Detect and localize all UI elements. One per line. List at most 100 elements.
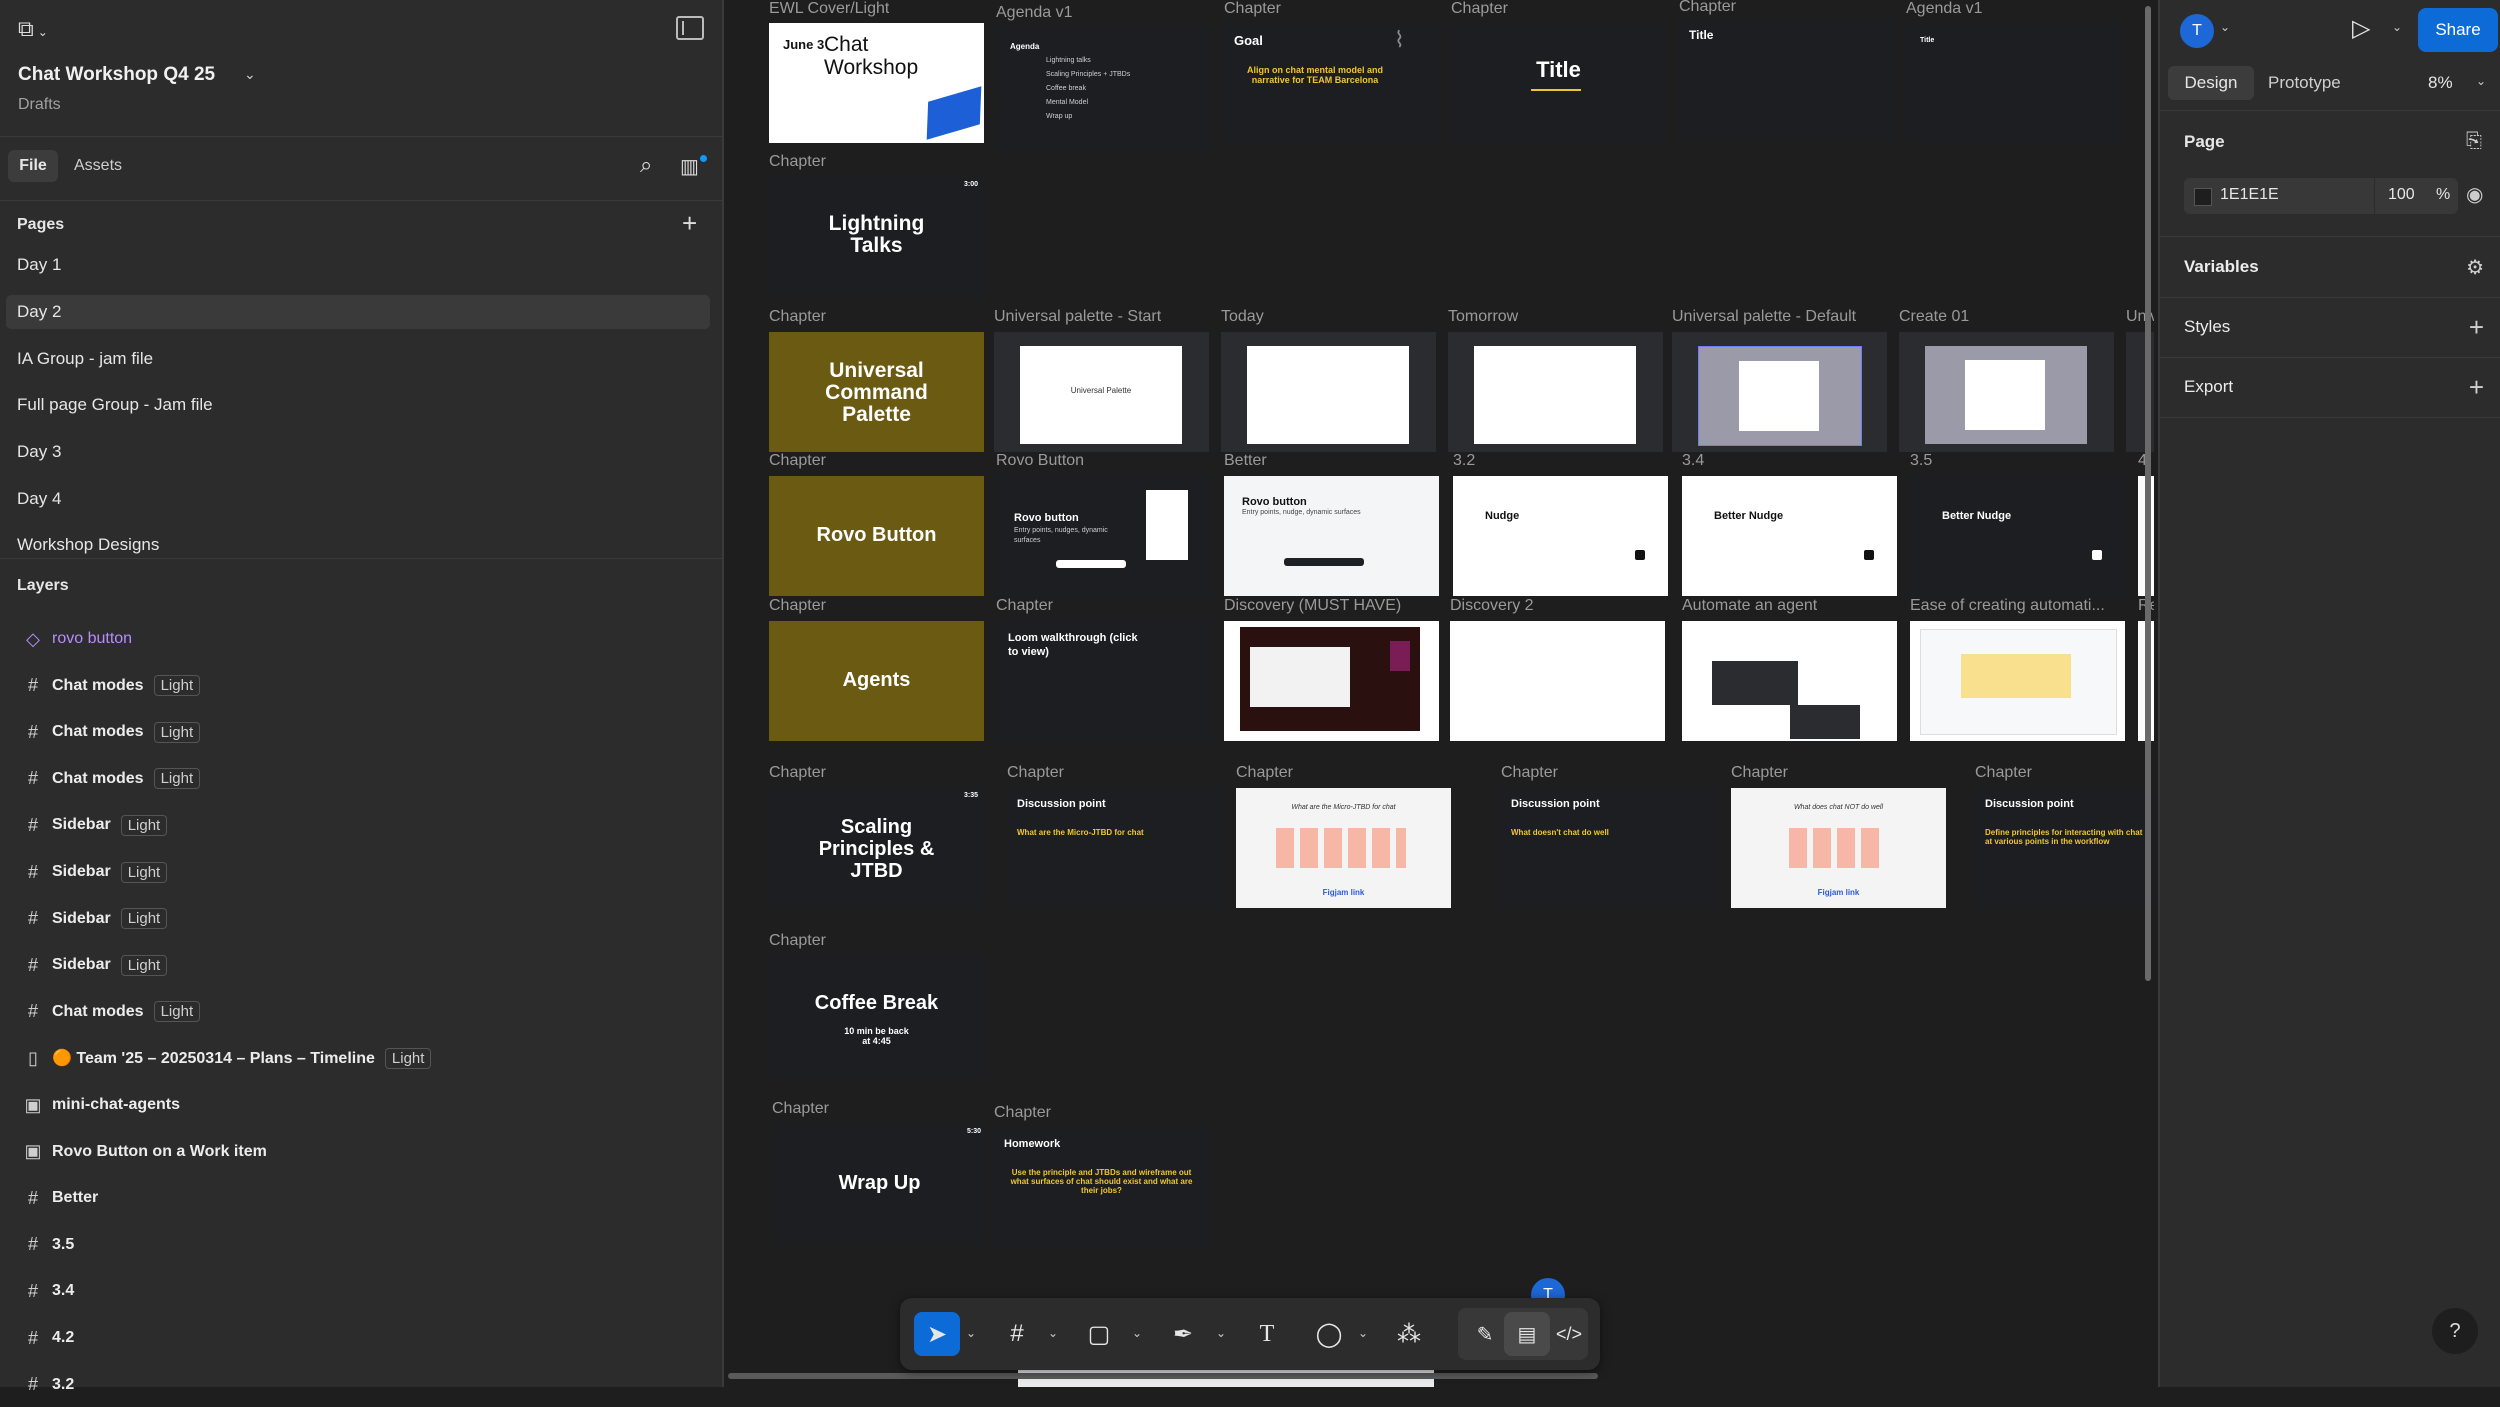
frame-tomorrow[interactable] [1448,332,1663,452]
layer-row[interactable]: # Chat modes Light [0,710,720,754]
frame-label[interactable]: Chapter [1007,764,1064,782]
frame-3-2[interactable]: Nudge [1453,476,1668,596]
page-item[interactable]: Full page Group - Jam file [6,388,710,422]
frame-agenda[interactable]: Agenda Lightning talks Scaling Principle… [996,28,1211,150]
add-export-icon[interactable]: + [2469,372,2484,403]
layer-row[interactable]: # Sidebar Light [0,897,720,941]
chevron-down-icon[interactable]: ⌄ [1216,1326,1226,1340]
color-swatch[interactable] [2194,188,2212,206]
page-item[interactable]: Workshop Designs [6,528,710,562]
frame-label[interactable]: Agenda v1 [996,4,1073,22]
frame-goal[interactable]: Goal Align on chat mental model and narr… [1224,23,1439,143]
frame-label[interactable]: Chapter [1975,764,2032,782]
frame-label[interactable]: Tomorrow [1448,308,1518,326]
chevron-down-icon[interactable]: ⌄ [2220,20,2230,34]
frame-ease-creating[interactable] [1910,621,2125,741]
figjam-link[interactable]: Figjam link [1236,888,1451,897]
page-styles-icon[interactable]: ⎘ [2466,130,2482,153]
search-icon[interactable]: ⌕ [640,152,652,178]
frame-label[interactable]: Agenda v1 [1906,0,1983,18]
move-tool-icon[interactable]: ➤ [914,1312,960,1356]
frame-label[interactable]: 3.4 [1682,452,1704,470]
chevron-down-icon[interactable]: ⌄ [1048,1326,1058,1340]
frame-lightning[interactable]: Lightning Talks 3:00 [769,177,984,297]
frame-wrap-up[interactable]: Wrap Up 5:30 [772,1124,987,1244]
variables-settings-icon[interactable]: ⚙ [2466,255,2484,280]
tab-assets[interactable]: Assets [74,157,122,175]
frame-label[interactable]: 3.5 [1910,452,1932,470]
layer-row[interactable]: #3.5 [0,1223,720,1267]
frame-ewl-cover[interactable]: June 3 Chat Workshop [769,23,984,143]
add-style-icon[interactable]: + [2469,312,2484,343]
frame-label[interactable]: Chapter [769,153,826,171]
pen-tool-icon[interactable]: ✒ [1160,1312,1206,1356]
frame-label[interactable]: Chapter [1236,764,1293,782]
text-tool-icon[interactable]: T [1244,1312,1290,1356]
frame-label[interactable]: EWL Cover/Light [769,0,889,18]
frame-label[interactable]: Chapter [769,932,826,950]
frame-better[interactable]: Rovo button Entry points, nudge, dynamic… [1224,476,1439,596]
toggle-sidebar-icon[interactable] [676,16,704,40]
frame-label[interactable]: Chapter [1501,764,1558,782]
page-item[interactable]: IA Group - jam file [6,342,710,376]
present-icon[interactable]: ▷ [2352,14,2370,43]
frame-label[interactable]: Chapter [1451,0,1508,18]
figjam-link[interactable]: Figjam link [1731,888,1946,897]
frame-discussion-1[interactable]: Discussion point What are the Micro-JTBD… [1007,788,1222,908]
frame-figjam-1[interactable]: What are the Micro-JTBD for chat Figjam … [1236,788,1451,908]
frame-loom[interactable]: Loom walkthrough (click to view) [996,621,1211,741]
frame-label[interactable]: Chapter [1731,764,1788,782]
help-button[interactable]: ? [2432,1308,2478,1354]
chevron-down-icon[interactable]: ⌄ [1358,1326,1368,1340]
frame-automate-agent[interactable] [1682,621,1897,741]
styles-section[interactable]: Styles + [2160,297,2500,358]
design-mode-icon[interactable]: ▤ [1504,1312,1550,1356]
frame-discovery[interactable] [1224,621,1439,741]
figma-menu-icon[interactable]: ⧉ ⌄ [18,16,48,42]
page-item[interactable]: Day 3 [6,435,710,469]
chevron-down-icon[interactable]: ⌄ [2476,74,2486,88]
frame-label[interactable]: Automate an agent [1682,597,1817,615]
user-avatar[interactable]: T [2180,14,2214,48]
frame-discussion-3[interactable]: Discussion point Define principles for i… [1975,788,2154,908]
frame-label[interactable]: 3.2 [1453,452,1475,470]
add-page-icon[interactable]: + [682,208,697,239]
layer-row[interactable]: # Better [0,1176,720,1220]
frame-discussion-2[interactable]: Discussion point What doesn't chat do we… [1501,788,1716,908]
frame-create-01[interactable] [1899,332,2114,452]
layer-row[interactable]: # Chat modes Light [0,990,720,1034]
chevron-down-icon[interactable]: ⌄ [1132,1326,1142,1340]
frame-title[interactable]: Title [1451,23,1666,143]
layer-row[interactable]: #4.2 [0,1316,720,1360]
frame-label[interactable]: Better [1224,452,1267,470]
page-opacity-value[interactable]: 100 [2388,186,2415,204]
frame-coffee[interactable]: Coffee Break 10 min be back at 4:45 [769,956,984,1076]
chevron-down-icon[interactable]: ⌄ [966,1326,976,1340]
frame-label[interactable]: Ease of creating automati... [1910,597,2122,615]
frame-label[interactable]: Today [1221,308,1264,326]
file-title[interactable]: Chat Workshop Q4 25 [18,64,215,86]
comment-tool-icon[interactable]: ◯ [1306,1312,1352,1356]
frame-universal-palette-start[interactable]: Universal Palette [994,332,1209,452]
actions-icon[interactable]: ⁂ [1386,1312,1432,1356]
chevron-down-icon[interactable]: ⌄ [244,66,256,83]
page-item[interactable]: Day 1 [6,248,710,282]
frame-label[interactable]: Chapter [994,1104,1051,1122]
frame-label[interactable]: Discovery (MUST HAVE) [1224,597,1401,615]
frame-agents-chapter[interactable]: Agents [769,621,984,741]
file-location[interactable]: Drafts [18,96,61,114]
chevron-down-icon[interactable]: ⌄ [2392,20,2402,34]
page-item-active[interactable]: Day 2 [6,295,710,329]
canvas[interactable]: EWL Cover/Light June 3 Chat Workshop Age… [724,0,2158,1387]
layer-row[interactable]: ▣ Rovo Button on a Work item [0,1130,720,1174]
layer-row[interactable]: ▯ 🟠 Team '25 – 20250314 – Plans – Timelin… [0,1036,720,1080]
horizontal-scrollbar[interactable] [728,1373,1598,1379]
frame-label[interactable]: Chapter [1224,0,1281,18]
frame-scaling[interactable]: Scaling Principles & JTBD 3:35 [769,788,984,908]
library-icon[interactable]: ▥ [680,154,699,179]
vertical-scrollbar[interactable] [2145,6,2151,981]
layer-row[interactable]: # Sidebar Light [0,803,720,847]
frame-3-4[interactable]: Better Nudge [1682,476,1897,596]
frame-ucp[interactable]: Universal Command Palette [769,332,984,452]
frame-figjam-2[interactable]: What does chat NOT do well Figjam link [1731,788,1946,908]
